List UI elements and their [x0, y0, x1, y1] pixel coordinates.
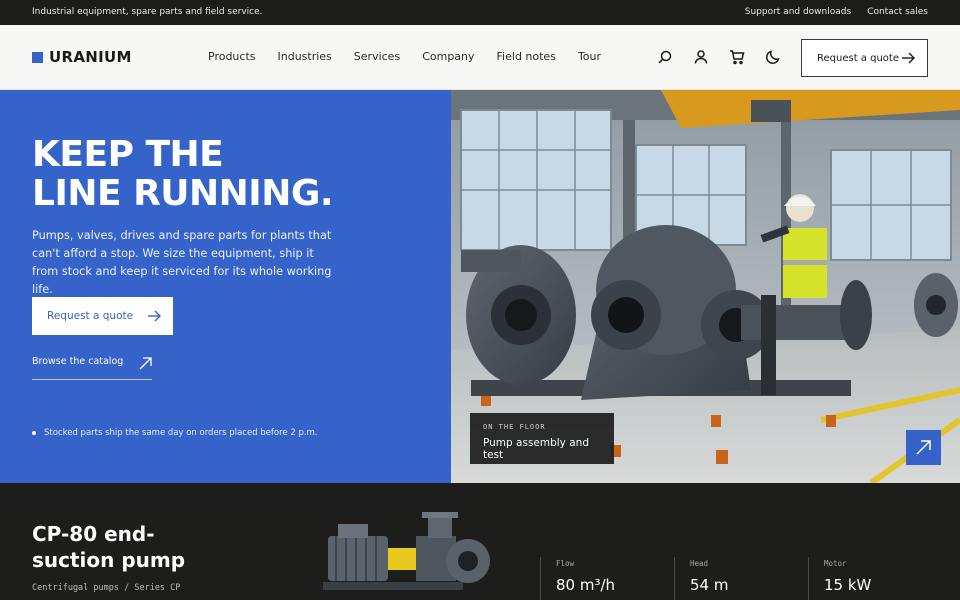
spec-label: Motor [824, 559, 847, 568]
support-link[interactable]: Support and downloads [745, 7, 851, 17]
top-links: Support and downloads Contact sales [745, 7, 928, 17]
nav-item-tour[interactable]: Tour [578, 50, 601, 63]
main-nav: URANIUM Products Industries Services Com… [0, 25, 960, 90]
browse-catalog-label: Browse the catalog [32, 356, 124, 367]
hero-title: KEEP THE LINE RUNNING. [32, 134, 334, 214]
cart-icon[interactable] [729, 49, 745, 65]
bullet-dot [32, 431, 36, 435]
arrow-up-right-icon [916, 440, 931, 455]
featured-product: CP-80 end- suction pump Centrifugal pump… [0, 483, 960, 600]
spec-label: Flow [556, 559, 575, 568]
spec-motor: Motor 15 kW [808, 557, 942, 600]
contact-sales-link[interactable]: Contact sales [867, 7, 928, 17]
photo-caption: ON THE FLOOR Pump assembly and test [470, 413, 614, 464]
hero-title-line-2: LINE RUNNING. [32, 173, 334, 214]
caption-title: Pump assembly and test [483, 437, 589, 461]
logo-wordmark: URANIUM [49, 48, 132, 66]
caption-kicker: ON THE FLOOR [483, 423, 546, 431]
arrow-right-icon [148, 310, 161, 322]
spec-list: Flow 80 m³/h Head 54 m Motor 15 kW [540, 557, 942, 600]
search-icon[interactable] [657, 49, 673, 65]
spec-value: 54 m [690, 576, 729, 594]
hero-title-line-1: KEEP THE [32, 134, 224, 175]
nav-item-services[interactable]: Services [354, 50, 400, 63]
hero-photo: ON THE FLOOR Pump assembly and test [451, 90, 960, 483]
browse-catalog-link[interactable]: Browse the catalog [32, 356, 152, 380]
nav-menu: Products Industries Services Company Fie… [208, 50, 623, 63]
shipping-note-text: Stocked parts ship the same day on order… [44, 428, 318, 438]
request-quote-label: Request a quote [817, 52, 899, 64]
spec-value: 15 kW [824, 576, 872, 594]
arrow-right-icon [902, 52, 915, 64]
hero-cta-label: Request a quote [47, 310, 134, 322]
product-title: CP-80 end- suction pump [32, 521, 185, 573]
product-subtitle: Centrifugal pumps / Series CP [32, 583, 181, 593]
nav-icons [657, 49, 781, 65]
nav-item-company[interactable]: Company [422, 50, 474, 63]
tagline: Industrial equipment, spare parts and fi… [32, 7, 263, 17]
spec-value: 80 m³/h [556, 576, 616, 594]
hero-request-quote-button[interactable]: Request a quote [32, 297, 173, 335]
moon-icon[interactable] [765, 49, 781, 65]
arrow-up-right-icon [139, 357, 152, 370]
request-quote-button[interactable]: Request a quote [801, 39, 928, 77]
pump-product-image [323, 512, 490, 590]
logo-mark [32, 51, 43, 63]
hero-panel: KEEP THE LINE RUNNING. Pumps, valves, dr… [0, 90, 451, 483]
product-title-line-1: CP-80 end- [32, 522, 155, 546]
spec-flow: Flow 80 m³/h [540, 557, 674, 600]
nav-item-field-notes[interactable]: Field notes [497, 50, 556, 63]
spec-label: Head [690, 559, 709, 568]
user-icon[interactable] [693, 49, 709, 65]
shipping-note: Stocked parts ship the same day on order… [32, 428, 318, 438]
hero-description: Pumps, valves, drives and spare parts fo… [32, 229, 332, 296]
product-title-line-2: suction pump [32, 548, 186, 572]
open-photo-button[interactable] [906, 430, 941, 465]
nav-item-industries[interactable]: Industries [278, 50, 332, 63]
spec-head: Head 54 m [674, 557, 808, 600]
nav-item-products[interactable]: Products [208, 50, 256, 63]
logo[interactable]: URANIUM [32, 48, 132, 66]
top-bar: Industrial equipment, spare parts and fi… [0, 0, 960, 25]
